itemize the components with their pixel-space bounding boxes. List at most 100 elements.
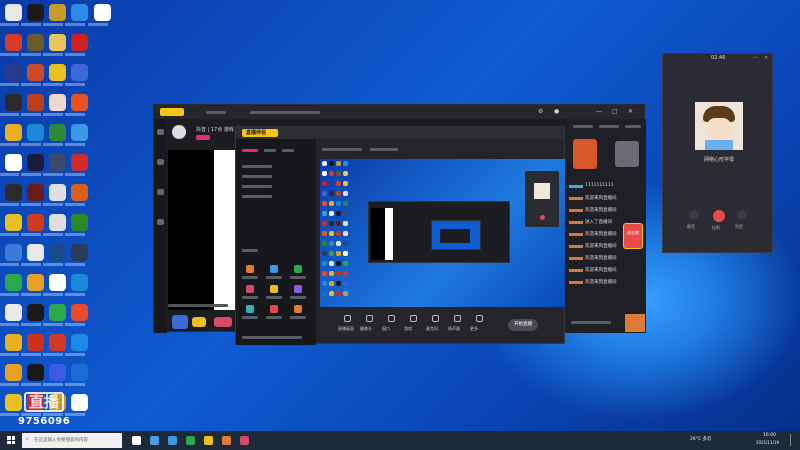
config-tab[interactable] bbox=[264, 149, 276, 152]
desktop-shortcut-icon[interactable] bbox=[5, 94, 22, 111]
desktop-shortcut-icon[interactable] bbox=[49, 334, 66, 351]
desktop-shortcut-icon[interactable] bbox=[5, 334, 22, 351]
desktop-shortcut-icon[interactable] bbox=[49, 304, 66, 321]
taskbar-app-icon[interactable] bbox=[150, 436, 159, 445]
chat-input[interactable] bbox=[571, 321, 611, 324]
desktop-shortcut-icon[interactable] bbox=[27, 274, 44, 291]
nav-follow-icon[interactable] bbox=[157, 219, 164, 225]
capture-tool-icon[interactable] bbox=[454, 315, 461, 322]
stream-preview[interactable] bbox=[320, 159, 566, 307]
speaker-button[interactable] bbox=[737, 210, 747, 220]
streaming-app-window[interactable]: ⚙ ● — □ ✕ 抖音 | 17点 游戏 直播伴侣 直播画面 摄像头 窗口 游… bbox=[153, 104, 646, 345]
desktop-shortcut-icon[interactable] bbox=[71, 124, 88, 141]
hangup-button[interactable] bbox=[713, 210, 725, 222]
start-live-button[interactable]: 开始直播 bbox=[508, 319, 538, 331]
gift-icon[interactable] bbox=[172, 315, 188, 329]
clock-date[interactable]: 2021/11/19 bbox=[756, 440, 779, 445]
desktop-shortcut-icon[interactable] bbox=[27, 184, 44, 201]
desktop-shortcut-icon[interactable] bbox=[5, 64, 22, 81]
streamer-avatar[interactable] bbox=[172, 125, 186, 139]
minimize-icon[interactable]: — bbox=[596, 108, 602, 115]
desktop-shortcut-icon[interactable] bbox=[49, 364, 66, 381]
config-tab[interactable] bbox=[242, 149, 258, 152]
desktop-shortcut-icon[interactable] bbox=[71, 184, 88, 201]
title-tab[interactable] bbox=[206, 111, 226, 114]
desktop-shortcut-icon[interactable] bbox=[49, 184, 66, 201]
taskbar-app-icon[interactable] bbox=[204, 436, 213, 445]
desktop-shortcut-icon[interactable] bbox=[71, 94, 88, 111]
capture-tool-icon[interactable] bbox=[344, 315, 351, 322]
desktop-shortcut-icon[interactable] bbox=[27, 364, 44, 381]
weather[interactable]: 26°C 多云 bbox=[690, 436, 712, 442]
desktop-shortcut-icon[interactable] bbox=[71, 154, 88, 171]
desktop-shortcut-icon[interactable] bbox=[71, 334, 88, 351]
desktop-shortcut-icon[interactable] bbox=[27, 94, 44, 111]
desktop-shortcut-icon[interactable] bbox=[5, 4, 22, 21]
desktop-shortcut-icon[interactable] bbox=[49, 64, 66, 81]
desktop-shortcut-icon[interactable] bbox=[49, 154, 66, 171]
video-call-window[interactable]: 02:46 — ✕ 网络心形字母 静音 挂断 免提 bbox=[662, 53, 773, 253]
desktop-shortcut-icon[interactable] bbox=[27, 64, 44, 81]
desktop-shortcut-icon[interactable] bbox=[5, 154, 22, 171]
avatar[interactable]: ● bbox=[554, 108, 559, 115]
gift-card[interactable] bbox=[573, 139, 597, 169]
call-close-icon[interactable]: ✕ bbox=[764, 55, 768, 61]
desktop-shortcut-icon[interactable] bbox=[49, 214, 66, 231]
nav-home-icon[interactable] bbox=[157, 129, 164, 135]
scene-item[interactable] bbox=[242, 185, 272, 188]
tool-shortcut-icon[interactable] bbox=[294, 265, 302, 273]
chat-tab[interactable] bbox=[625, 125, 641, 128]
config-tab[interactable] bbox=[282, 149, 294, 152]
chat-tab[interactable] bbox=[599, 125, 619, 128]
desktop-shortcut-icon[interactable] bbox=[5, 364, 22, 381]
settings-icon[interactable]: ⚙ bbox=[538, 108, 543, 115]
maximize-icon[interactable]: □ bbox=[612, 108, 618, 115]
inner-tool-window[interactable]: 直播伴侣 直播画面 摄像头 窗口 游戏 麦克风 扬声器 更多 开始直播 bbox=[235, 126, 566, 345]
send-button[interactable] bbox=[625, 314, 645, 332]
desktop-shortcut-icon[interactable] bbox=[71, 274, 88, 291]
title-tab[interactable] bbox=[250, 111, 320, 114]
desktop-shortcut-icon[interactable] bbox=[27, 334, 44, 351]
gift-badge[interactable]: 送礼物 bbox=[623, 223, 643, 249]
clock-time[interactable]: 16:00 bbox=[763, 433, 776, 438]
chat-tab[interactable] bbox=[573, 125, 593, 128]
capture-tool-icon[interactable] bbox=[476, 315, 483, 322]
tool-shortcut-icon[interactable] bbox=[246, 285, 254, 293]
search-box[interactable]: ⌕ 在这里输入你要搜索的内容 bbox=[22, 433, 122, 448]
tool-shortcut-icon[interactable] bbox=[294, 285, 302, 293]
desktop-shortcut-icon[interactable] bbox=[71, 64, 88, 81]
tool-shortcut-icon[interactable] bbox=[270, 285, 278, 293]
gift-card[interactable] bbox=[615, 141, 639, 167]
desktop-shortcut-icon[interactable] bbox=[49, 124, 66, 141]
desktop-shortcut-icon[interactable] bbox=[5, 274, 22, 291]
call-minimize-icon[interactable]: — bbox=[753, 55, 758, 61]
scene-item[interactable] bbox=[242, 195, 272, 198]
desktop-shortcut-icon[interactable] bbox=[27, 124, 44, 141]
gift-icon[interactable] bbox=[214, 317, 232, 327]
desktop-shortcut-icon[interactable] bbox=[5, 34, 22, 51]
taskbar-app-icon[interactable] bbox=[222, 436, 231, 445]
close-icon[interactable]: ✕ bbox=[628, 108, 633, 115]
taskbar-app-icon[interactable] bbox=[168, 436, 177, 445]
taskbar-app-icon[interactable] bbox=[132, 436, 141, 445]
desktop-shortcut-icon[interactable] bbox=[27, 304, 44, 321]
desktop-shortcut-icon[interactable] bbox=[27, 4, 44, 21]
desktop-shortcut-icon[interactable] bbox=[27, 244, 44, 261]
desktop-shortcut-icon[interactable] bbox=[49, 244, 66, 261]
desktop-shortcut-icon[interactable] bbox=[5, 124, 22, 141]
desktop-shortcut-icon[interactable] bbox=[27, 34, 44, 51]
start-icon[interactable] bbox=[7, 436, 15, 444]
tool-shortcut-icon[interactable] bbox=[246, 265, 254, 273]
capture-tool-icon[interactable] bbox=[366, 315, 373, 322]
desktop-shortcut-icon[interactable] bbox=[49, 274, 66, 291]
desktop-shortcut-icon[interactable] bbox=[5, 244, 22, 261]
scene-item[interactable] bbox=[242, 175, 272, 178]
desktop-shortcut-icon[interactable] bbox=[49, 34, 66, 51]
desktop-shortcut-icon[interactable] bbox=[27, 214, 44, 231]
capture-tool-icon[interactable] bbox=[432, 315, 439, 322]
desktop-shortcut-icon[interactable] bbox=[71, 4, 88, 21]
desktop-shortcut-icon[interactable] bbox=[71, 244, 88, 261]
desktop-shortcut-icon[interactable] bbox=[94, 4, 111, 21]
tool-shortcut-icon[interactable] bbox=[246, 305, 254, 313]
gift-icon[interactable] bbox=[192, 317, 206, 327]
